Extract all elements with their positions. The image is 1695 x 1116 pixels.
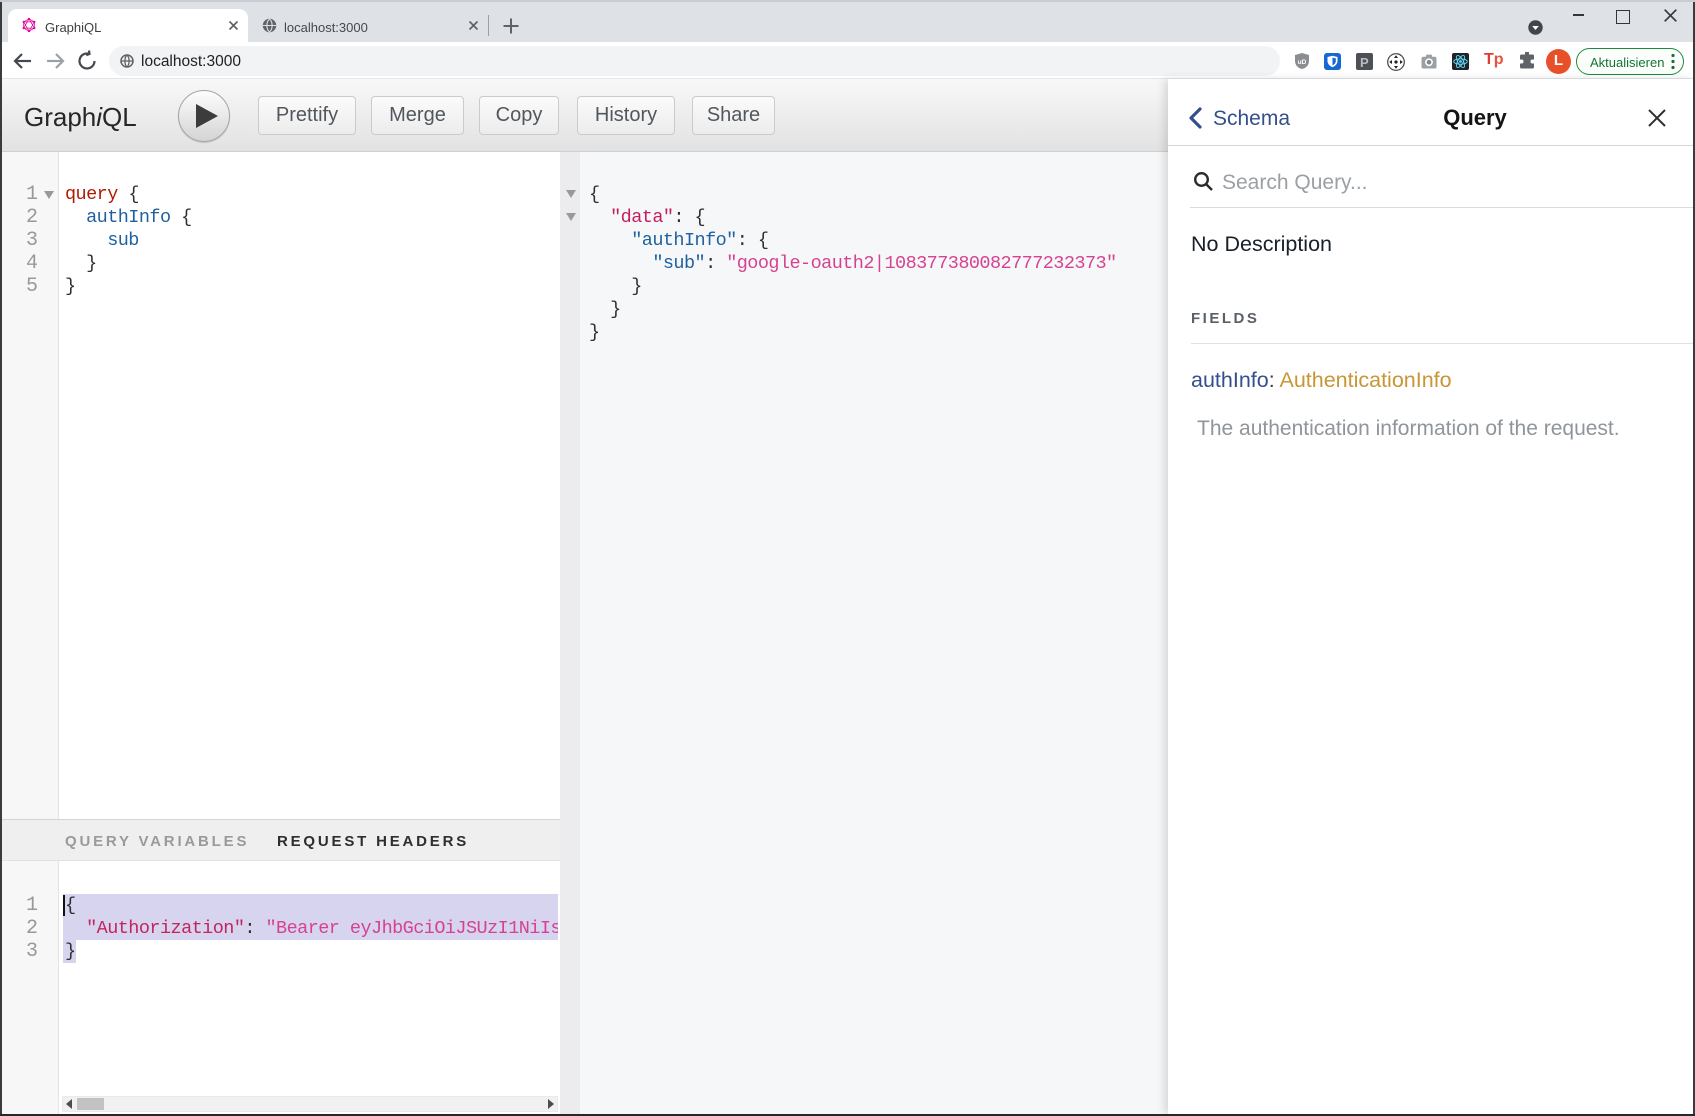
svg-text:uD: uD: [1298, 59, 1307, 66]
